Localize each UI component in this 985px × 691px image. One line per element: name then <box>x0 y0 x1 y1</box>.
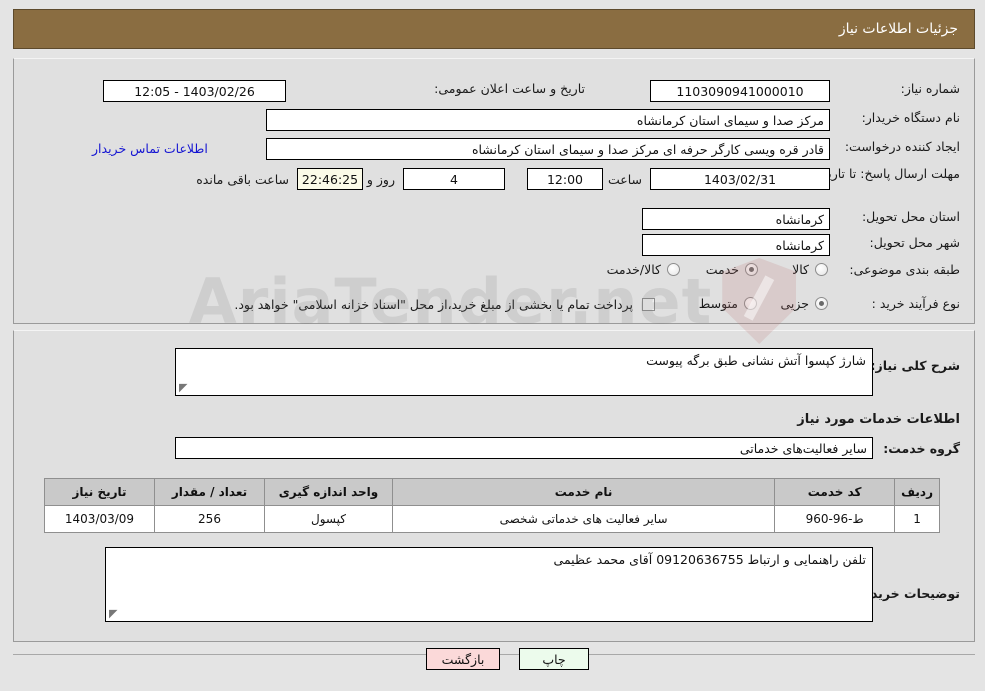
cell-index: 1 <box>894 505 940 533</box>
radio-motevaset-icon[interactable] <box>744 297 757 310</box>
deadline-days-field[interactable]: 4 <box>403 168 505 190</box>
buyer-notes-value: تلفن راهنمایی و ارتباط 09120636755 آقای … <box>553 552 866 567</box>
category-label: طبقه بندی موضوعی: <box>849 262 960 277</box>
col-quantity: تعداد / مقدار <box>154 478 265 506</box>
cell-unit: کپسول <box>264 505 393 533</box>
need-number-label: شماره نیاز: <box>900 81 960 96</box>
delivery-city-label: شهر محل تحویل: <box>869 235 960 250</box>
radio-kala-khedmat-icon[interactable] <box>667 263 680 276</box>
table-header-row: ردیف کد خدمت نام خدمت واحد اندازه گیری ت… <box>44 478 940 506</box>
resize-grip-icon[interactable]: ◥ <box>179 381 189 394</box>
col-need-date: تاریخ نیاز <box>44 478 155 506</box>
deadline-label: مهلت ارسال پاسخ: تا تاریخ: <box>815 166 960 181</box>
public-announce-label: تاریخ و ساعت اعلان عمومی: <box>434 81 585 96</box>
deadline-date-field[interactable]: 1403/02/31 <box>650 168 830 190</box>
process-option-jozee[interactable]: جزیی <box>780 296 828 311</box>
page-title: جزئیات اطلاعات نیاز <box>838 21 958 37</box>
summary-textarea[interactable]: شارژ کپسوا آتش نشانی طبق برگه پیوست ◥ <box>175 348 873 396</box>
deadline-remaining-label: ساعت باقی مانده <box>196 172 289 187</box>
buyer-notes-textarea[interactable]: تلفن راهنمایی و ارتباط 09120636755 آقای … <box>105 547 873 622</box>
delivery-province-field[interactable]: کرمانشاه <box>642 208 830 230</box>
print-button[interactable]: چاپ <box>519 648 589 670</box>
cell-quantity: 256 <box>154 505 265 533</box>
deadline-days-label: روز و <box>366 172 395 187</box>
category-row: طبقه بندی موضوعی: <box>840 262 960 277</box>
deadline-time-label: ساعت <box>607 172 642 187</box>
delivery-city-field[interactable]: کرمانشاه <box>642 234 830 256</box>
window-titlebar: جزئیات اطلاعات نیاز <box>13 9 975 49</box>
service-group-label: گروه خدمت: <box>883 441 960 456</box>
public-announce-row: تاریخ و ساعت اعلان عمومی: <box>434 81 585 96</box>
col-code: کد خدمت <box>774 478 896 506</box>
page-root: جزئیات اطلاعات نیاز AriaTender.net شماره… <box>0 0 985 691</box>
requester-row: ایجاد کننده درخواست: <box>840 139 960 154</box>
col-name: نام خدمت <box>391 478 776 506</box>
col-index: ردیف <box>894 478 940 506</box>
summary-label: شرح کلی نیاز: <box>870 358 960 373</box>
deadline-time-field[interactable]: 12:00 <box>527 168 603 190</box>
category-option-khedmat[interactable]: خدمت <box>706 262 758 277</box>
delivery-province-row: استان محل تحویل: <box>840 209 960 224</box>
requester-field[interactable]: قادر قره ویسی کارگر حرفه ای مرکز صدا و س… <box>266 138 830 160</box>
category-option-khedmat-label: خدمت <box>705 262 739 277</box>
radio-jozee-icon[interactable] <box>815 297 828 310</box>
table-row[interactable]: 1 ط-96-960 سایر فعالیت های خدماتی شخصی ک… <box>44 505 940 533</box>
process-type-row: نوع فرآیند خرید : <box>840 296 960 311</box>
col-unit: واحد اندازه گیری <box>264 478 393 506</box>
treasury-note-text: پرداخت تمام یا بخشی از مبلغ خرید،از محل … <box>234 297 633 312</box>
process-option-jozee-label: جزیی <box>780 296 809 311</box>
category-option-kala[interactable]: کالا <box>792 262 828 277</box>
buyer-org-row: نام دستگاه خریدار: <box>840 110 960 125</box>
cell-need-date: 1403/03/09 <box>44 505 155 533</box>
radio-khedmat-icon[interactable] <box>745 263 758 276</box>
process-option-motevaset[interactable]: متوسط <box>699 296 757 311</box>
deadline-label-wrap: مهلت ارسال پاسخ: تا تاریخ: <box>816 163 960 182</box>
delivery-province-label: استان محل تحویل: <box>861 209 960 224</box>
buyer-contact-link[interactable]: اطلاعات تماس خریدار <box>92 141 208 156</box>
buyer-org-field[interactable]: مرکز صدا و سیمای استان کرمانشاه <box>266 109 830 131</box>
category-option-kala-khedmat-label: کالا/خدمت <box>606 262 661 277</box>
deadline-remaining-field: 22:46:25 <box>297 168 363 190</box>
category-option-kala-label: کالا <box>792 262 809 277</box>
delivery-city-row: شهر محل تحویل: <box>840 235 960 250</box>
notes-resize-grip-icon[interactable]: ◥ <box>109 607 119 620</box>
public-announce-field[interactable]: 1403/02/26 - 12:05 <box>103 80 286 102</box>
cell-name: سایر فعالیت های خدماتی شخصی <box>391 505 776 533</box>
process-type-label: نوع فرآیند خرید : <box>871 296 960 311</box>
back-button[interactable]: بازگشت <box>426 648 500 670</box>
need-number-row: شماره نیاز: <box>840 81 960 96</box>
need-number-field[interactable]: 1103090941000010 <box>650 80 830 102</box>
requester-label: ایجاد کننده درخواست: <box>844 139 960 154</box>
cell-code: ط-96-960 <box>774 505 896 533</box>
treasury-checkbox[interactable] <box>642 298 655 311</box>
service-items-table: ردیف کد خدمت نام خدمت واحد اندازه گیری ت… <box>44 478 940 533</box>
buyer-org-label: نام دستگاه خریدار: <box>861 110 960 125</box>
summary-value: شارژ کپسوا آتش نشانی طبق برگه پیوست <box>646 353 866 368</box>
radio-kala-icon[interactable] <box>815 263 828 276</box>
service-group-field[interactable]: سایر فعالیت‌های خدماتی <box>175 437 873 459</box>
services-section-title: اطلاعات خدمات مورد نیاز <box>797 412 960 427</box>
category-option-kala-khedmat[interactable]: کالا/خدمت <box>607 262 680 277</box>
process-option-motevaset-label: متوسط <box>698 296 738 311</box>
